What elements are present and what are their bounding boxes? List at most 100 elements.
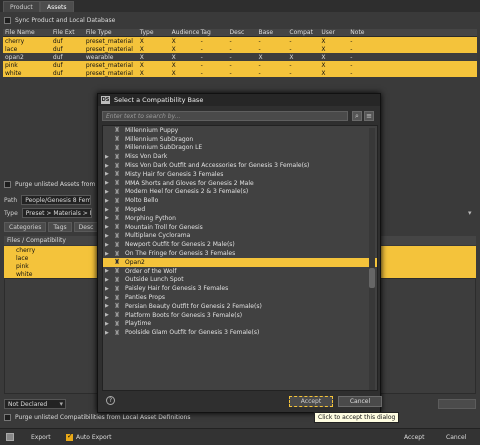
- tab-product[interactable]: Product: [3, 1, 40, 12]
- col-compat[interactable]: Compat: [287, 29, 319, 36]
- compatibility-list-item[interactable]: ▶ ♜ Misty Hair for Genesis 3 Females: [103, 170, 377, 179]
- table-cell: -: [229, 61, 232, 69]
- col-user[interactable]: User: [319, 29, 348, 36]
- dialog-search-input[interactable]: Enter text to search by...: [102, 111, 348, 121]
- compatibility-list-item[interactable]: ▶ ♜ Modern Heel for Genesis 2 & 3 Female(s…: [103, 188, 377, 197]
- table-cell: -: [229, 53, 232, 61]
- compatibility-list-item[interactable]: ▶ ♜ Mountain Troll for Genesis: [103, 223, 377, 232]
- table-cell: wearable: [85, 53, 114, 61]
- compatibility-list-item[interactable]: ♜ Millennium SubDragon LE: [103, 144, 377, 153]
- expand-arrow-icon[interactable]: ▶: [105, 180, 112, 186]
- expand-arrow-icon[interactable]: ▶: [105, 171, 112, 177]
- compatibility-list-item[interactable]: ▶ ♜ Morphing Python: [103, 214, 377, 223]
- table-row[interactable]: lace duf preset_material X X - - - - X -: [3, 45, 477, 53]
- table-row[interactable]: white duf preset_material X X - - - - X -: [3, 69, 477, 77]
- purge-assets-checkbox[interactable]: [4, 181, 11, 188]
- expand-arrow-icon[interactable]: ▶: [105, 207, 112, 213]
- expand-arrow-icon[interactable]: ▶: [105, 303, 112, 309]
- expand-arrow-icon[interactable]: ▶: [105, 163, 112, 169]
- sync-checkbox[interactable]: [4, 16, 11, 24]
- path-field[interactable]: People/Genesis 8 Female/C: [21, 195, 92, 205]
- list-scrollbar[interactable]: [369, 128, 375, 390]
- compatibility-list-item[interactable]: ▶ ♜ Miss Von Dark: [103, 152, 377, 161]
- tab-assets[interactable]: Assets: [40, 1, 74, 12]
- compatibility-list-item[interactable]: ▶ ♜ Panties Props: [103, 293, 377, 302]
- expand-arrow-icon[interactable]: ▶: [105, 277, 112, 283]
- dialog-accept-button[interactable]: Accept: [289, 396, 333, 407]
- compatibility-item-label: Misty Hair for Genesis 3 Females: [125, 170, 224, 178]
- col-audience[interactable]: Audience: [170, 29, 199, 36]
- tab-tags[interactable]: Tags: [48, 222, 72, 232]
- table-row[interactable]: cherry duf preset_material X X - - - - X -: [3, 37, 477, 45]
- col-file-name[interactable]: File Name: [3, 29, 51, 36]
- compatibility-list-item[interactable]: ▶ ♜ Outside Lunch Spot: [103, 276, 377, 285]
- search-icon[interactable]: ⌕: [352, 111, 362, 121]
- expand-arrow-icon[interactable]: ▶: [105, 154, 112, 160]
- expand-arrow-icon[interactable]: ▶: [105, 242, 112, 248]
- compatibility-list-item[interactable]: ♜ Millennium Puppy: [103, 126, 377, 135]
- expand-arrow-icon[interactable]: ▶: [105, 321, 112, 327]
- table-cell: X: [321, 45, 326, 53]
- purge-compat-checkbox[interactable]: [4, 414, 11, 421]
- col-tag[interactable]: Tag: [199, 29, 228, 36]
- compatibility-list-item[interactable]: ▶ ♜ Paisley Hair for Genesis 3 Females: [103, 284, 377, 293]
- compatibility-list-item[interactable]: ▶ ♜ On The Fringe for Genesis 3 Females: [103, 249, 377, 258]
- compatibility-list-item[interactable]: ▶ ♜ Poolside Glam Outfit for Genesis 3 Fem…: [103, 328, 377, 337]
- compatibility-list-item[interactable]: ▶ ♜ Multiplane Cyclorama: [103, 232, 377, 241]
- compatibility-list-item[interactable]: ▶ ♜ Newport Outfit for Genesis 2 Male(s): [103, 240, 377, 249]
- main-cancel-button[interactable]: Cancel: [446, 432, 466, 442]
- table-cell: duf: [52, 53, 63, 61]
- expand-arrow-icon[interactable]: ▶: [105, 286, 112, 292]
- expand-arrow-icon[interactable]: ▶: [105, 224, 112, 230]
- table-cell: lace: [5, 45, 18, 53]
- type-dropdown-icon[interactable]: ▾: [468, 209, 472, 217]
- expand-arrow-icon[interactable]: ▶: [105, 312, 112, 318]
- compatibility-list-item[interactable]: ▶ ♜ MMA Shorts and Gloves for Genesis 2 Ma…: [103, 179, 377, 188]
- table-row[interactable]: opan2 duf wearable X X - - X X X -: [3, 53, 477, 61]
- expand-arrow-icon[interactable]: ▶: [105, 233, 112, 239]
- expand-arrow-icon[interactable]: ▶: [105, 295, 112, 301]
- dialog-cancel-button[interactable]: Cancel: [338, 396, 382, 407]
- compatibility-list-item[interactable]: ▶ ♜ Persian Beauty Outfit for Genesis 2 Fe…: [103, 302, 377, 311]
- col-file-ext[interactable]: File Ext: [51, 29, 84, 36]
- table-cell: -: [258, 37, 261, 45]
- not-declared-select[interactable]: Not Declared: [4, 399, 66, 409]
- tab-categories[interactable]: Categories: [4, 222, 47, 232]
- compatibility-list-item[interactable]: ▶ ♜ Moped: [103, 205, 377, 214]
- compatibility-list-item[interactable]: ♜ Opan2: [103, 257, 377, 267]
- expand-arrow-icon[interactable]: ▶: [105, 268, 112, 274]
- help-icon[interactable]: ?: [106, 396, 115, 405]
- tab-desc[interactable]: Desc: [73, 222, 99, 232]
- col-desc[interactable]: Desc: [228, 29, 257, 36]
- compatibility-list-item[interactable]: ▶ ♜ Playtime: [103, 320, 377, 329]
- type-field[interactable]: Preset > Materials > MDL: [21, 208, 92, 218]
- compatibility-list-item[interactable]: ▶ ♜ Molto Bello: [103, 196, 377, 205]
- figure-icon: ♜: [113, 223, 121, 232]
- auto-export-toggle[interactable]: Auto Export: [66, 432, 111, 442]
- expand-arrow-icon[interactable]: ▶: [105, 189, 112, 195]
- figure-icon: ♜: [113, 179, 121, 188]
- expand-arrow-icon[interactable]: ▶: [105, 330, 112, 336]
- expand-arrow-icon[interactable]: ▶: [105, 251, 112, 257]
- expand-arrow-icon[interactable]: ▶: [105, 215, 112, 221]
- compatibility-list-item[interactable]: ▶ ♜ Order of the Wolf: [103, 267, 377, 276]
- compatibility-list-item[interactable]: ▶ ♜ Platform Boots for Genesis 3 Female(s): [103, 311, 377, 320]
- expand-arrow-icon[interactable]: ▶: [105, 198, 112, 204]
- auto-export-checkbox[interactable]: [66, 432, 73, 441]
- figure-icon: ♜: [113, 293, 121, 302]
- col-base[interactable]: Base: [256, 29, 287, 36]
- col-note[interactable]: Note: [348, 29, 477, 36]
- col-type[interactable]: Type: [138, 29, 170, 36]
- col-file-type[interactable]: File Type: [84, 29, 138, 36]
- table-row[interactable]: pink duf preset_material X X - - - - X -: [3, 61, 477, 69]
- export-button[interactable]: Export: [6, 432, 51, 442]
- compatibility-list-item[interactable]: ♜ Millennium SubDragon: [103, 135, 377, 144]
- table-cell: duf: [52, 45, 63, 53]
- figure-icon: ♜: [113, 319, 121, 328]
- scrollbar-thumb[interactable]: [369, 268, 375, 288]
- compatibility-list-item[interactable]: ▶ ♜ Miss Von Dark Outfit and Accessories f…: [103, 161, 377, 170]
- filter-icon[interactable]: ≡: [364, 111, 374, 121]
- purge-assets-row: Purge unlisted Assets from the: [4, 180, 107, 189]
- table-cell: opan2: [5, 53, 24, 61]
- main-accept-button[interactable]: Accept: [404, 432, 424, 442]
